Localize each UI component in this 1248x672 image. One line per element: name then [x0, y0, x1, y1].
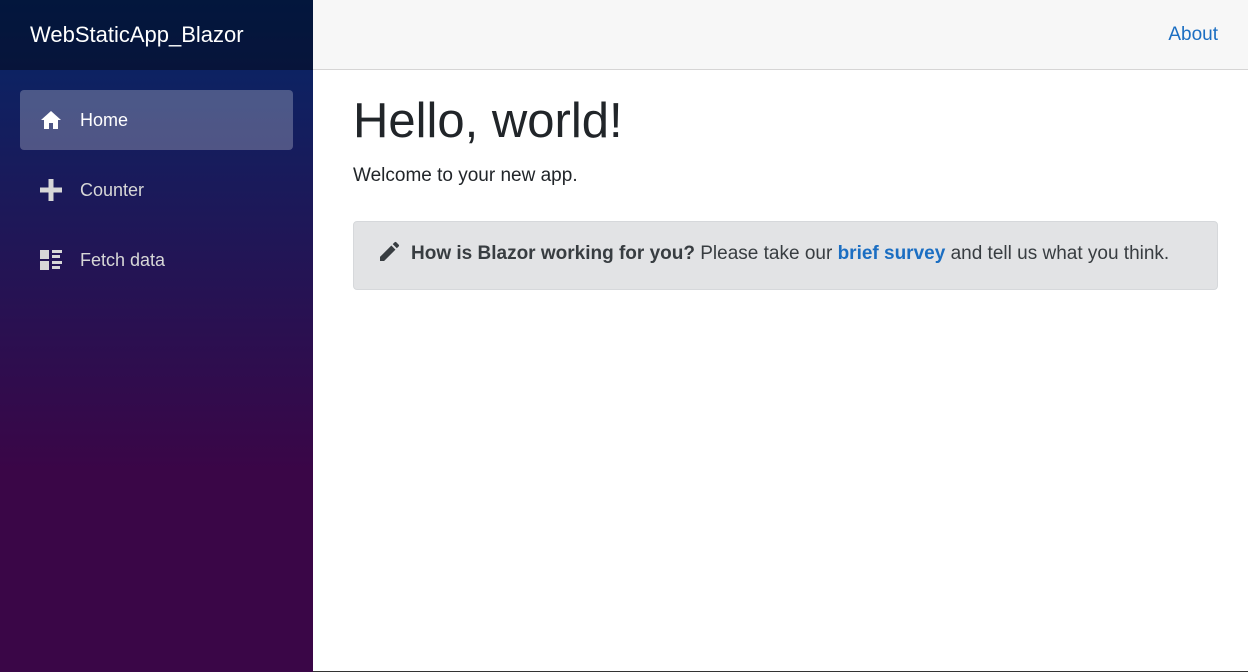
survey-question: How is Blazor working for you? — [411, 242, 695, 264]
main-area: About Hello, world! Welcome to your new … — [313, 0, 1248, 672]
top-row: About — [313, 0, 1248, 70]
sidebar: WebStaticApp_Blazor Home Counter Fetch d… — [0, 0, 313, 672]
survey-link[interactable]: brief survey — [838, 243, 946, 264]
survey-text-before: Please take our — [694, 242, 838, 264]
about-link[interactable]: About — [1168, 24, 1218, 46]
sidebar-item-label: Home — [80, 109, 129, 130]
survey-prompt: How is Blazor working for you? Please ta… — [353, 220, 1218, 290]
page-content: Hello, world! Welcome to your new app. H… — [313, 70, 1248, 290]
nav-menu: Home Counter Fetch data — [0, 70, 313, 290]
sidebar-item-counter[interactable]: Counter — [20, 160, 293, 220]
welcome-text: Welcome to your new app. — [353, 164, 578, 186]
brand-bar: WebStaticApp_Blazor — [0, 0, 313, 70]
list-rich-icon — [40, 249, 62, 271]
survey-text-after: and tell us what you think. — [945, 242, 1170, 264]
brand-link[interactable]: WebStaticApp_Blazor — [30, 22, 244, 48]
sidebar-item-label: Counter — [80, 179, 145, 200]
plus-icon — [40, 179, 62, 201]
home-icon — [40, 109, 62, 131]
app-root: WebStaticApp_Blazor Home Counter Fetch d… — [0, 0, 1248, 672]
sidebar-item-home[interactable]: Home — [20, 90, 293, 150]
sidebar-item-label: Fetch data — [80, 249, 166, 270]
sidebar-item-fetch-data[interactable]: Fetch data — [20, 230, 293, 290]
page-title: Hello, world! — [353, 94, 623, 148]
pencil-icon — [379, 241, 401, 271]
